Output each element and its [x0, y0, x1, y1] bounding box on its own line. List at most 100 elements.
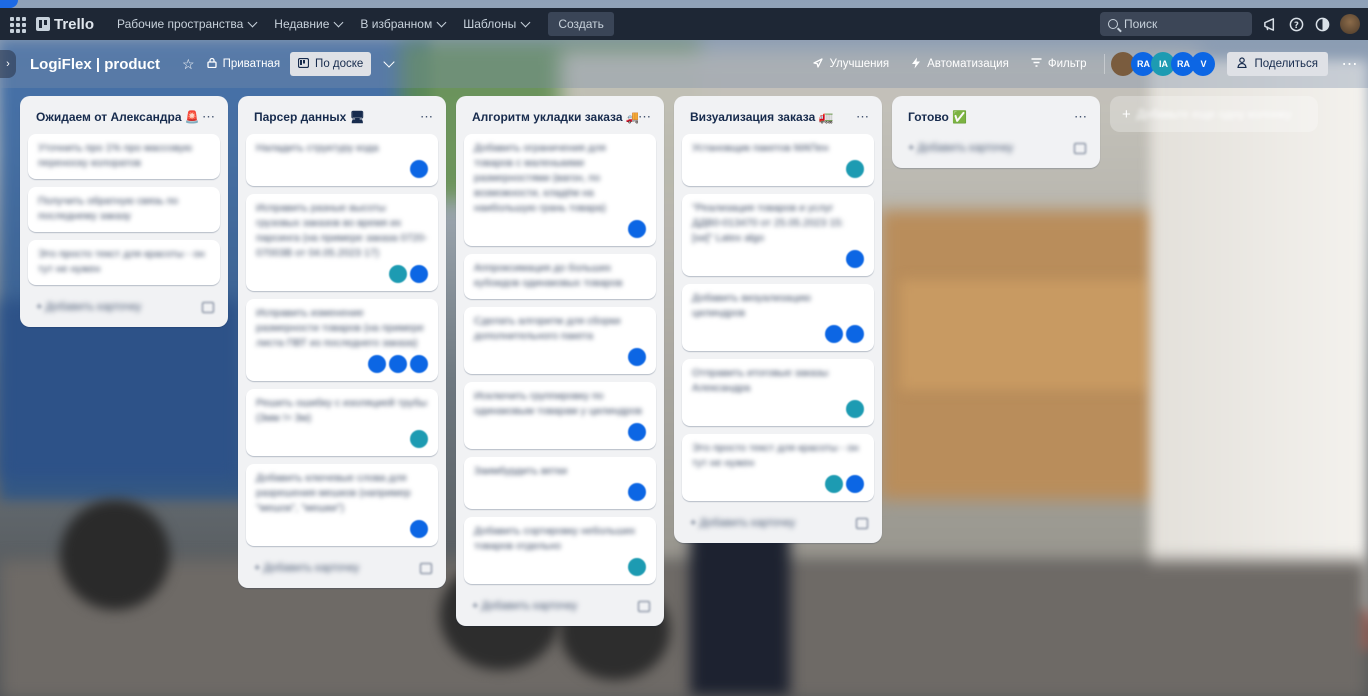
list-menu-icon[interactable]: ⋯: [856, 109, 870, 125]
list-title[interactable]: Алгоритм укладки заказа 🚚: [472, 110, 638, 124]
list-title[interactable]: Готово ✅: [908, 110, 967, 124]
card[interactable]: Сделать алгоритм для сборки дополнительн…: [464, 307, 656, 374]
nav-starred[interactable]: В избранном: [351, 10, 454, 38]
card-member-avatar[interactable]: [628, 558, 646, 576]
card-title: Это просто текст для красоты - он тут не…: [38, 248, 205, 275]
nav-templates[interactable]: Шаблоны: [454, 10, 538, 38]
member-avatar[interactable]: V: [1191, 52, 1216, 76]
card-member-avatar[interactable]: [389, 355, 407, 373]
megaphone-icon[interactable]: [1262, 16, 1278, 32]
card-members: [256, 430, 428, 448]
add-card-button[interactable]: + Добавить карточку: [246, 554, 438, 582]
card-template-icon[interactable]: [420, 562, 432, 574]
card[interactable]: Исправить изменение размерности товаров …: [246, 299, 438, 381]
filter-label: Фильтр: [1047, 58, 1087, 70]
list-title[interactable]: Ожидаем от Александра 🚨: [36, 110, 200, 124]
person-add-icon: [1237, 57, 1248, 71]
card-template-icon[interactable]: [856, 517, 868, 529]
card-title: Аппроксимация до больших кубоидов одинак…: [474, 262, 623, 289]
add-card-label: Добавить карточку: [263, 562, 360, 574]
card[interactable]: Установщик пакетов МАПен: [682, 134, 874, 186]
card-title: Решить ошибку с изоляцией трубы (3мм != …: [256, 397, 427, 424]
list-title[interactable]: Визуализация заказа 🚛: [690, 110, 834, 124]
card[interactable]: Аппроксимация до больших кубоидов одинак…: [464, 254, 656, 299]
card-member-avatar[interactable]: [628, 220, 646, 238]
lock-icon: [206, 57, 217, 71]
card[interactable]: Добавить ограничения для товаров с мален…: [464, 134, 656, 246]
card-member-avatar[interactable]: [368, 355, 386, 373]
list-menu-icon[interactable]: ⋯: [420, 109, 434, 125]
list[interactable]: Ожидаем от Александра 🚨 ⋯ Уточнить про 1% …: [20, 96, 228, 327]
board-view-button[interactable]: По доске: [290, 52, 372, 76]
card-template-icon[interactable]: [638, 600, 650, 612]
user-avatar[interactable]: [1340, 14, 1360, 34]
add-card-button[interactable]: + Добавить карточку: [28, 293, 220, 321]
card[interactable]: Уточнить про 1% про массовую переноску к…: [28, 134, 220, 179]
card-member-avatar[interactable]: [628, 483, 646, 501]
card-member-avatar[interactable]: [410, 160, 428, 178]
create-button[interactable]: Создать: [548, 12, 614, 36]
card[interactable]: Решить ошибку с изоляцией трубы (3мм != …: [246, 389, 438, 456]
card-member-avatar[interactable]: [846, 160, 864, 178]
card-member-avatar[interactable]: [410, 265, 428, 283]
card[interactable]: Исключить группировку по одинаковым това…: [464, 382, 656, 449]
card-member-avatar[interactable]: [410, 430, 428, 448]
trello-logo[interactable]: Trello: [36, 16, 94, 33]
visibility-button[interactable]: Приватная: [201, 52, 286, 76]
card-title: Исправить разные высоты грузовых заказов…: [256, 202, 428, 259]
card[interactable]: "Реализация товаров и услуг ДДВ0-013470 …: [682, 194, 874, 276]
add-card-button[interactable]: + Добавить карточку: [464, 592, 656, 620]
star-board-button[interactable]: ☆: [176, 52, 201, 76]
card-member-avatar[interactable]: [825, 475, 843, 493]
list-title[interactable]: Парсер данных 🖥: [254, 110, 365, 124]
power-ups-button[interactable]: Улучшения: [804, 57, 898, 72]
list-header: Ожидаем от Александра 🚨 ⋯: [28, 100, 220, 134]
list[interactable]: Визуализация заказа 🚛 ⋯ Установщик пакетов…: [674, 96, 882, 543]
card-member-avatar[interactable]: [628, 423, 646, 441]
list[interactable]: Алгоритм укладки заказа 🚚 ⋯ Добавить огран…: [456, 96, 664, 626]
card-member-avatar[interactable]: [389, 265, 407, 283]
add-card-button[interactable]: + Добавить карточку: [900, 134, 1092, 162]
card-member-avatar[interactable]: [410, 355, 428, 373]
card-member-avatar[interactable]: [825, 325, 843, 343]
card-member-avatar[interactable]: [846, 400, 864, 418]
app-switcher-icon[interactable]: [8, 15, 26, 33]
add-list-button[interactable]: + Добавьте еще одну колонку: [1110, 96, 1318, 132]
card-member-avatar[interactable]: [846, 475, 864, 493]
card[interactable]: Отправить итоговые заказы Александра: [682, 359, 874, 426]
filter-button[interactable]: Фильтр: [1023, 58, 1095, 70]
nav-workspaces[interactable]: Рабочие пространства: [108, 10, 265, 38]
search-input[interactable]: Поиск: [1100, 12, 1252, 36]
list[interactable]: Парсер данных 🖥 ⋯ Наладить структуру кода И…: [238, 96, 446, 588]
board-title[interactable]: LogiFlex | product: [30, 56, 160, 73]
chevron-down-icon[interactable]: [383, 56, 395, 68]
card-member-avatar[interactable]: [410, 520, 428, 538]
board-menu-button[interactable]: ⋯: [1338, 54, 1362, 74]
card[interactable]: Заимбурдить ветки: [464, 457, 656, 509]
card[interactable]: Наладить структуру кода: [246, 134, 438, 186]
card-member-avatar[interactable]: [846, 325, 864, 343]
card[interactable]: Это просто текст для красоты - он тут не…: [682, 434, 874, 501]
card-template-icon[interactable]: [202, 301, 214, 313]
add-card-button[interactable]: + Добавить карточку: [682, 509, 874, 537]
sidebar-expand-button[interactable]: ›: [0, 50, 16, 78]
card-template-icon[interactable]: [1074, 142, 1086, 154]
theme-contrast-icon[interactable]: [1314, 16, 1330, 32]
list[interactable]: Готово ✅ ⋯ + Добавить карточку: [892, 96, 1100, 168]
card[interactable]: Добавить ключевые слова для разрешения м…: [246, 464, 438, 546]
card[interactable]: Это просто текст для красоты - он тут не…: [28, 240, 220, 285]
list-menu-icon[interactable]: ⋯: [1074, 109, 1088, 125]
automation-button[interactable]: Автоматизация: [903, 57, 1017, 72]
automation-label: Автоматизация: [927, 58, 1009, 70]
list-menu-icon[interactable]: ⋯: [638, 109, 652, 125]
list-menu-icon[interactable]: ⋯: [202, 109, 216, 125]
card[interactable]: Добавить сортировку небольших товаров от…: [464, 517, 656, 584]
card[interactable]: Исправить разные высоты грузовых заказов…: [246, 194, 438, 291]
card-member-avatar[interactable]: [846, 250, 864, 268]
card[interactable]: Добавить визуализацию цилиндров: [682, 284, 874, 351]
share-button[interactable]: Поделиться: [1227, 52, 1328, 76]
help-icon[interactable]: ?: [1288, 16, 1304, 32]
card[interactable]: Получить обратную связь по последнему за…: [28, 187, 220, 232]
nav-recent[interactable]: Недавние: [265, 10, 351, 38]
card-member-avatar[interactable]: [628, 348, 646, 366]
